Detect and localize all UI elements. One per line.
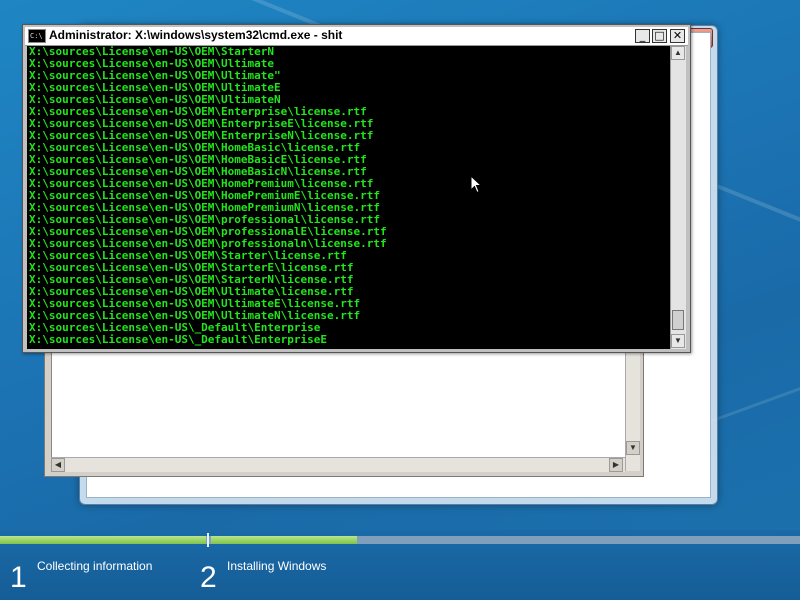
mouse-cursor-icon xyxy=(470,175,482,194)
close-button[interactable]: ✕ xyxy=(670,29,685,43)
cmd-window[interactable]: C:\ Administrator: X:\windows\system32\c… xyxy=(22,24,691,353)
setup-progress-bar: 1 Collecting information 2 Installing Wi… xyxy=(0,530,800,600)
console-line: X:\sources\License\en-US\_Default\Enterp… xyxy=(29,333,328,346)
license-vertical-scrollbar[interactable]: ▼ xyxy=(625,340,640,471)
progress-step-divider xyxy=(207,533,209,547)
scroll-down-arrow-icon[interactable]: ▼ xyxy=(671,334,685,348)
step-label: Installing Windows xyxy=(227,559,327,573)
scroll-down-arrow-icon[interactable]: ▼ xyxy=(626,441,640,455)
progress-step-2-fill xyxy=(211,536,357,544)
scroll-right-arrow-icon[interactable]: ▶ xyxy=(609,458,623,472)
cmd-window-title: Administrator: X:\windows\system32\cmd.e… xyxy=(49,28,343,42)
scroll-up-arrow-icon[interactable]: ▲ xyxy=(671,46,685,60)
maximize-button[interactable]: □ xyxy=(652,29,667,43)
step-number: 1 xyxy=(10,561,27,594)
license-text-area[interactable] xyxy=(51,340,626,459)
scrollbar-corner xyxy=(626,457,640,471)
cmd-vertical-scrollbar[interactable]: ▲ ▼ xyxy=(670,46,686,349)
cmd-titlebar[interactable]: C:\ Administrator: X:\windows\system32\c… xyxy=(25,27,688,46)
progress-step-1-fill xyxy=(0,536,206,544)
cmd-app-icon[interactable]: C:\ xyxy=(28,29,46,43)
license-dialog: ▼ ◀ ▶ xyxy=(44,335,644,477)
scroll-left-arrow-icon[interactable]: ◀ xyxy=(51,458,65,472)
minimize-button[interactable]: _ xyxy=(635,29,650,43)
step-number: 2 xyxy=(200,561,217,594)
cmd-console-output[interactable]: X:\sources\License\en-US\OEM\StarterN X:… xyxy=(27,46,670,349)
license-horizontal-scrollbar[interactable]: ◀ ▶ xyxy=(51,457,625,472)
step-label: Collecting information xyxy=(37,559,153,573)
scroll-thumb[interactable] xyxy=(672,310,684,330)
